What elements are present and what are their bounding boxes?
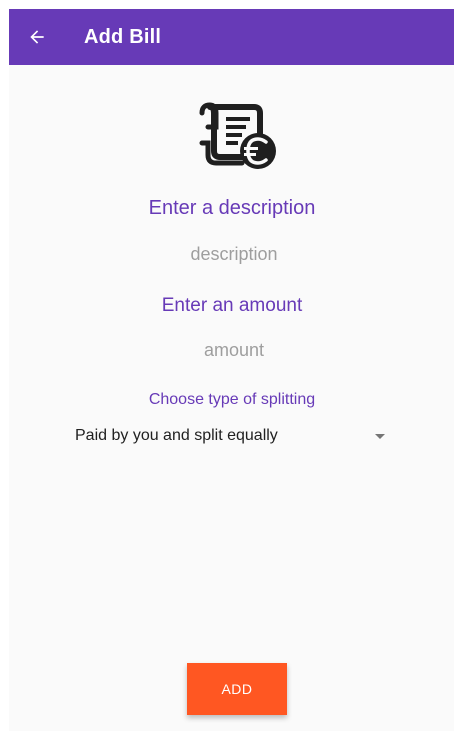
arrow-back-icon <box>30 30 44 44</box>
back-button[interactable] <box>9 9 65 65</box>
splitting-selected-value: Paid by you and split equally <box>75 427 278 444</box>
description-input[interactable] <box>132 239 336 269</box>
description-label: Enter a description <box>148 197 316 219</box>
splitting-dropdown[interactable]: Paid by you and split equally <box>75 421 387 451</box>
amount-input[interactable] <box>132 335 336 365</box>
screen: Add Bill Enter a description Enter an am… <box>9 9 454 731</box>
amount-label: Enter an amount <box>161 295 303 316</box>
bill-euro-icon <box>199 102 276 169</box>
splitting-label: Choose type of splitting <box>148 391 316 408</box>
add-button[interactable]: ADD <box>187 663 287 715</box>
app-bar: Add Bill <box>9 9 454 65</box>
dropdown-arrow-icon <box>375 433 385 439</box>
page-title: Add Bill <box>84 25 162 48</box>
